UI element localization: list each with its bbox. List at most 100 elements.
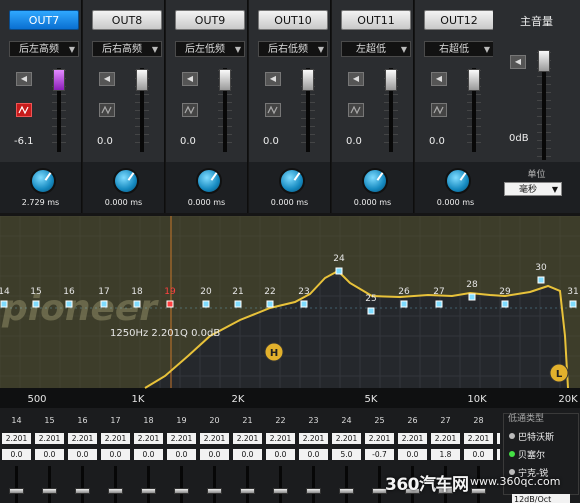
speaker-mute-icon[interactable]: ◀ [431,72,447,86]
band-fader-track[interactable] [81,466,84,503]
band-gain-field[interactable]: 0.0 [101,449,130,460]
channel-fader-handle[interactable] [219,69,231,91]
eq-graph[interactable]: pioneer 14 15 16 17 18 19 20 21 22 23 24 25 26 27 28 29 3… [0,216,580,408]
band-marker[interactable] [65,300,73,308]
channel-filter-select[interactable]: 后右低频 ▼ [258,41,328,57]
band-fader-track[interactable] [213,466,216,503]
channel-filter-select[interactable]: 后左低频 ▼ [175,41,245,57]
lowpass-type-option[interactable]: 巴特沃斯 [509,430,554,443]
band-fader-handle[interactable] [42,488,57,494]
band-fader-handle[interactable] [273,488,288,494]
output-select-button[interactable]: OUT9 [175,10,245,30]
band-marker[interactable] [0,300,8,308]
band-fader-track[interactable] [15,466,18,503]
band-fader-handle[interactable] [471,488,486,494]
band-q-field[interactable]: 2.201 [167,433,196,444]
speaker-mute-icon[interactable]: ◀ [348,72,364,86]
band-q-field[interactable]: 2.201 [266,433,295,444]
band-q-field[interactable]: 2.201 [464,433,493,444]
band-fader-track[interactable] [147,466,150,503]
channel-fader-handle[interactable] [468,69,480,91]
band-fader-handle[interactable] [108,488,123,494]
band-marker[interactable] [202,300,210,308]
delay-knob[interactable] [196,168,222,194]
band-fader-track[interactable] [246,466,249,503]
output-select-button[interactable]: OUT8 [92,10,162,30]
channel-filter-select[interactable]: 后左高频 ▼ [9,41,79,57]
band-gain-field[interactable]: 0.0 [68,449,97,460]
band-gain-field[interactable]: 0.0 [266,449,295,460]
band-q-field[interactable]: 2.201 [200,433,229,444]
band-fader-track[interactable] [48,466,51,503]
slope-select[interactable]: 12dB/Oct [512,494,570,503]
band-marker[interactable] [501,300,509,308]
speaker-mute-icon[interactable]: ◀ [16,72,32,86]
band-fader-handle[interactable] [9,488,24,494]
unit-select[interactable]: 毫秒 ▼ [504,182,562,196]
band-fader-track[interactable] [312,466,315,503]
band-marker[interactable] [266,300,274,308]
band-gain-field[interactable]: 0.0 [233,449,262,460]
speaker-mute-icon[interactable]: ◀ [182,72,198,86]
band-gain-field[interactable]: 0.0 [464,449,493,460]
band-q-field[interactable]: 2.201 [2,433,31,444]
output-select-button[interactable]: OUT7 [9,10,79,30]
band-gain-field[interactable]: 0.0 [35,449,64,460]
output-select-button[interactable]: OUT11 [341,10,411,30]
band-marker[interactable] [32,300,40,308]
band-marker[interactable] [537,276,545,284]
delay-knob[interactable] [30,168,56,194]
band-fader-track[interactable] [180,466,183,503]
speaker-mute-icon[interactable]: ◀ [265,72,281,86]
band-fader-handle[interactable] [207,488,222,494]
band-gain-field[interactable]: 0.0 [167,449,196,460]
band-q-field[interactable]: 2.201 [398,433,427,444]
band-q-field[interactable]: 2.201 [431,433,460,444]
band-fader-handle[interactable] [75,488,90,494]
band-q-field[interactable]: 2.201 [299,433,328,444]
band-marker[interactable] [468,293,476,301]
band-fader-handle[interactable] [174,488,189,494]
band-marker[interactable] [300,300,308,308]
band-marker[interactable] [569,300,577,308]
band-fader-handle[interactable] [141,488,156,494]
eq-graph-svg[interactable]: pioneer14 15 16 17 18 19 20 21 22 23242526 2728293… [0,216,580,408]
delay-knob[interactable] [279,168,305,194]
channel-filter-select[interactable]: 左超低 ▼ [341,41,411,57]
band-gain-field[interactable]: 0.0 [2,449,31,460]
channel-filter-select[interactable]: 右超低 ▼ [424,41,494,57]
output-select-button[interactable]: OUT10 [258,10,328,30]
channel-filter-select[interactable]: 后右高频 ▼ [92,41,162,57]
band-q-field[interactable]: 2.201 [365,433,394,444]
speaker-mute-icon[interactable]: ◀ [510,55,526,69]
band-q-field[interactable]: 2.201 [332,433,361,444]
band-gain-field[interactable]: 1.8 [431,449,460,460]
band-q-field[interactable]: 2.201 [35,433,64,444]
channel-fader-handle[interactable] [302,69,314,91]
band-gain-field[interactable]: -0.7 [365,449,394,460]
band-gain-field[interactable]: 5.0 [332,449,361,460]
band-marker[interactable] [400,300,408,308]
band-fader-handle[interactable] [339,488,354,494]
band-q-field[interactable]: 2.201 [134,433,163,444]
band-gain-field[interactable]: 0.0 [134,449,163,460]
band-marker[interactable] [435,300,443,308]
band-gain-field[interactable]: 0.0 [299,449,328,460]
lowpass-type-option[interactable]: 贝塞尔 [509,448,545,461]
filter-toggle-icon[interactable] [182,103,198,117]
band-fader-track[interactable] [114,466,117,503]
delay-knob[interactable] [362,168,388,194]
filter-toggle-icon[interactable] [265,103,281,117]
band-marker[interactable] [166,300,174,308]
band-marker[interactable] [335,267,343,275]
delay-knob[interactable] [113,168,139,194]
filter-toggle-icon[interactable] [431,103,447,117]
band-q-field[interactable]: 2.201 [68,433,97,444]
delay-knob[interactable] [445,168,471,194]
band-marker[interactable] [100,300,108,308]
filter-toggle-icon[interactable] [348,103,364,117]
channel-fader-handle[interactable] [385,69,397,91]
band-fader-track[interactable] [279,466,282,503]
master-fader-handle[interactable] [538,50,550,72]
band-marker[interactable] [367,307,375,315]
